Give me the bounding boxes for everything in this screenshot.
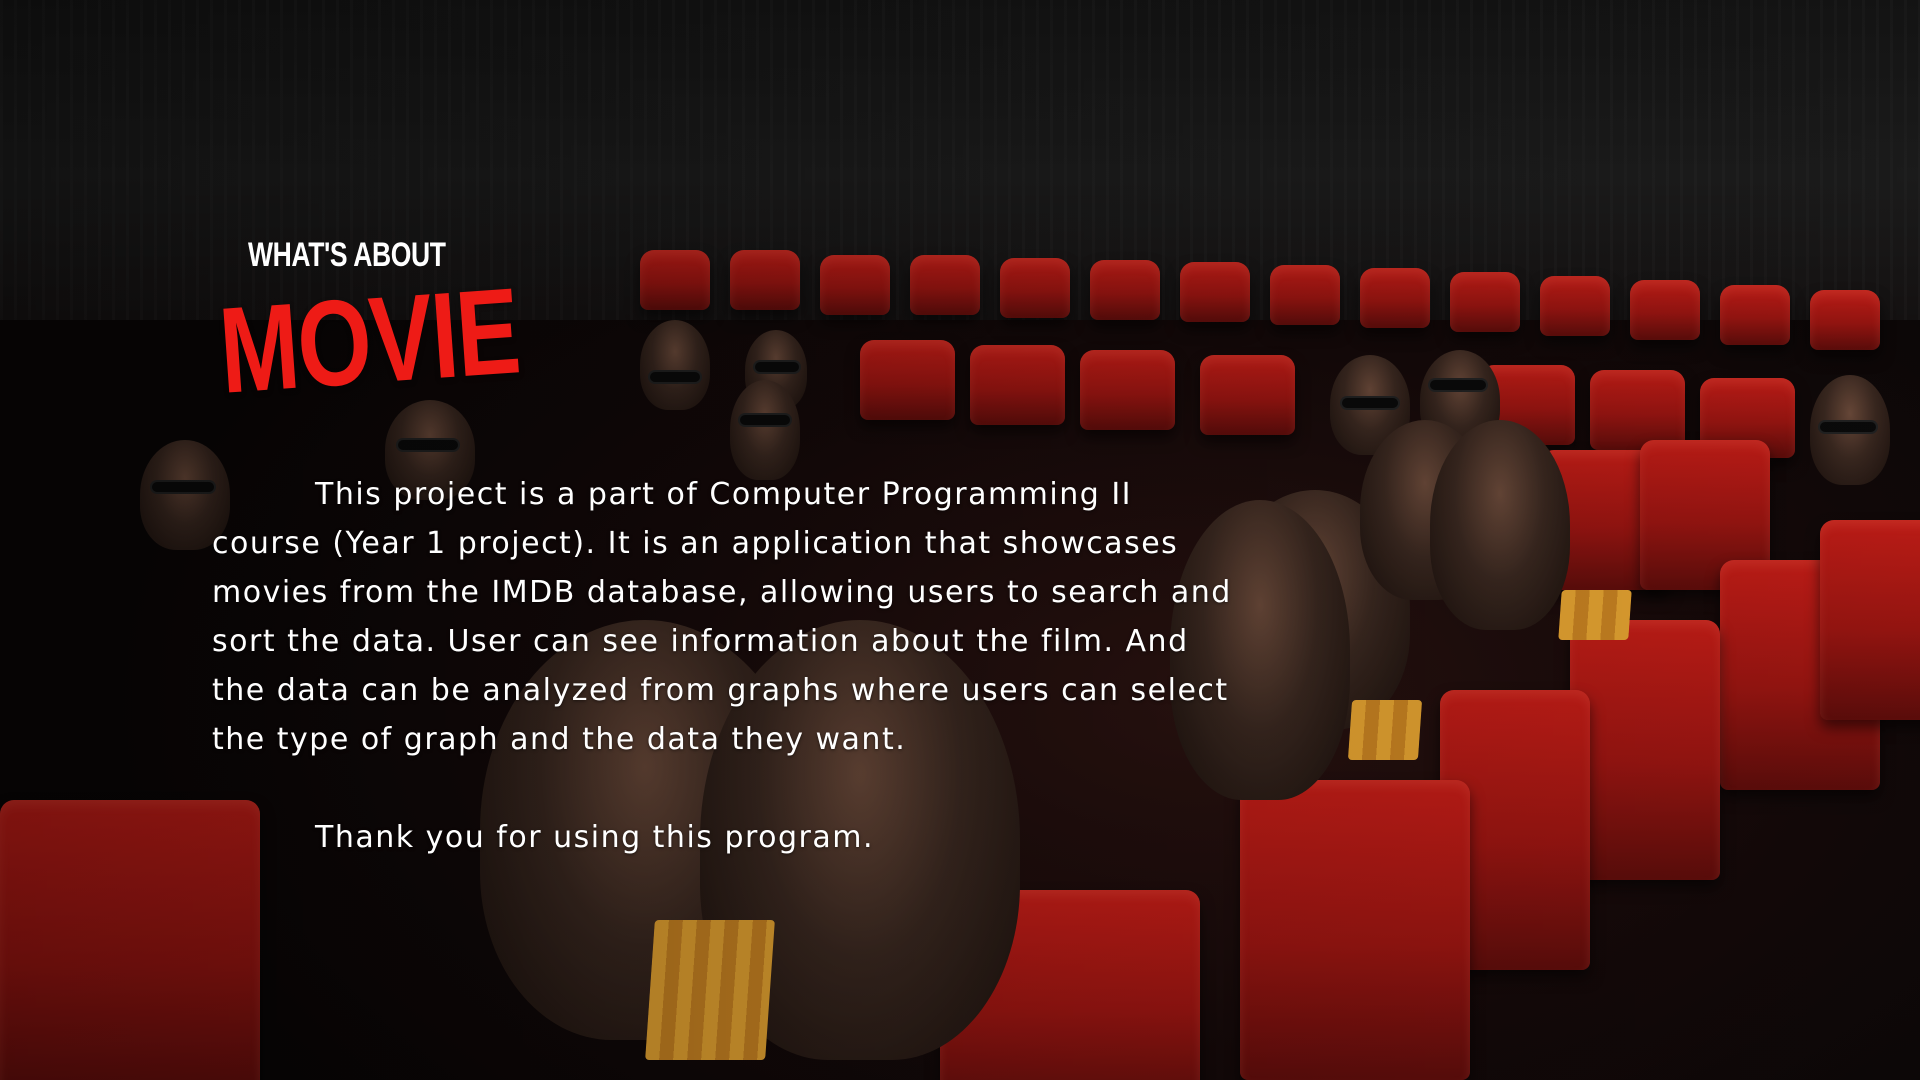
slide: WHAT'S ABOUT MOVIE This project is a par… <box>0 0 1920 1080</box>
closing-paragraph: Thank you for using this program. <box>315 820 875 855</box>
description-block: This project is a part of Computer Progr… <box>212 470 1252 862</box>
description-paragraph: This project is a part of Computer Progr… <box>212 477 1232 757</box>
headline-movie: MOVIE <box>215 262 523 419</box>
